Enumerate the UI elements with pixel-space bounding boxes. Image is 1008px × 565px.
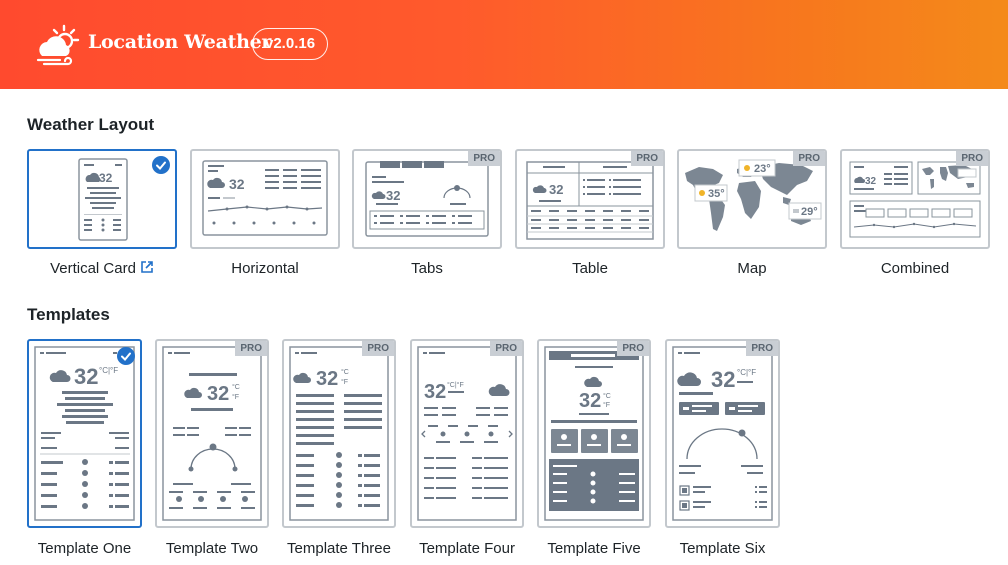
layout-combined[interactable]: 32 PRO: [840, 149, 990, 249]
layout-horizontal[interactable]: 32: [190, 149, 340, 249]
pro-badge: PRO: [362, 341, 394, 356]
pro-badge: PRO: [468, 151, 500, 166]
template-two-preview: 32 °C °F: [162, 346, 262, 521]
layout-label-text: Vertical Card: [50, 260, 136, 277]
layout-tabs-label[interactable]: Tabs: [352, 260, 502, 277]
layout-horizontal-label[interactable]: Horizontal: [190, 260, 340, 277]
temp-text: 32: [865, 176, 877, 187]
temp-text: 32: [316, 368, 338, 390]
layout-map[interactable]: 23° 35° 29° PRO: [677, 149, 827, 249]
unit-text: °C|°F: [737, 368, 756, 377]
layout-combined-label[interactable]: Combined: [840, 260, 990, 277]
temp-text: 32: [579, 390, 601, 412]
template-five-preview: 32 °C °F: [544, 346, 644, 521]
pro-badge: PRO: [746, 341, 778, 356]
map-temp-text: 35°: [708, 188, 725, 200]
temp-text: 32: [99, 171, 113, 185]
template-four-label[interactable]: Template Four: [404, 540, 530, 557]
pro-badge: PRO: [235, 341, 267, 356]
layout-tabs[interactable]: 32 PRO: [352, 149, 502, 249]
unit-text: °C: [603, 392, 611, 400]
app-header: Location Weather v2.0.16: [0, 0, 1008, 89]
temp-text: 32: [549, 182, 563, 197]
temp-text: 32: [386, 188, 400, 203]
template-one-label[interactable]: Template One: [20, 540, 149, 557]
template-two-label[interactable]: Template Two: [150, 540, 274, 557]
map-temp-text: 23°: [754, 163, 771, 175]
unit-text: °C: [232, 383, 240, 391]
temp-text: 32: [207, 383, 229, 405]
template-six-preview: 32 °C|°F: [672, 346, 773, 521]
layout-table[interactable]: 32 PRO: [515, 149, 665, 249]
pro-badge: PRO: [793, 151, 825, 166]
template-three[interactable]: 32 °C °F PRO: [282, 339, 396, 528]
pro-badge: PRO: [617, 341, 649, 356]
weather-layout-title: Weather Layout: [27, 115, 155, 134]
map-temp-text: 29°: [801, 206, 818, 218]
template-one[interactable]: 32 °C|°F: [27, 339, 142, 528]
layout-vertical-card-label[interactable]: Vertical Card: [27, 260, 177, 277]
pro-badge: PRO: [956, 151, 988, 166]
template-two[interactable]: 32 °C °F PRO: [155, 339, 269, 528]
unit-text: °C: [341, 368, 349, 376]
template-six[interactable]: 32 °C|°F PRO: [665, 339, 780, 528]
pro-badge: PRO: [490, 341, 522, 356]
template-one-preview: 32 °C|°F: [34, 346, 135, 521]
template-five[interactable]: 32 °C °F PRO: [537, 339, 651, 528]
temp-text: 32: [424, 381, 446, 403]
template-three-label[interactable]: Template Three: [276, 540, 402, 557]
unit-text: °F: [603, 401, 610, 409]
temp-text: 32: [74, 364, 98, 389]
cloud-sun-logo-icon: [36, 24, 80, 66]
temp-text: 32: [711, 367, 735, 392]
templates-title: Templates: [27, 305, 110, 324]
unit-text: °C|°F: [99, 366, 118, 375]
version-badge: v2.0.16: [252, 28, 329, 60]
template-four-preview: 32 °C|°F: [417, 346, 517, 521]
unit-text: °C|°F: [447, 381, 464, 389]
unit-text: °F: [232, 393, 239, 401]
horizontal-preview: 32: [202, 160, 328, 236]
layout-vertical-card[interactable]: 32: [27, 149, 177, 249]
template-five-label[interactable]: Template Five: [532, 540, 656, 557]
selected-check-icon: [152, 156, 170, 174]
unit-text: °F: [341, 378, 348, 386]
pro-badge: PRO: [631, 151, 663, 166]
template-four[interactable]: 32 °C|°F PRO: [410, 339, 524, 528]
template-three-preview: 32 °C °F: [289, 346, 389, 521]
layout-table-label[interactable]: Table: [515, 260, 665, 277]
external-link-icon[interactable]: [140, 260, 154, 274]
layout-map-label[interactable]: Map: [677, 260, 827, 277]
selected-check-icon: [117, 347, 135, 365]
brand-name: Location Weather: [88, 31, 272, 53]
template-six-label[interactable]: Template Six: [660, 540, 785, 557]
temp-text: 32: [229, 176, 245, 192]
